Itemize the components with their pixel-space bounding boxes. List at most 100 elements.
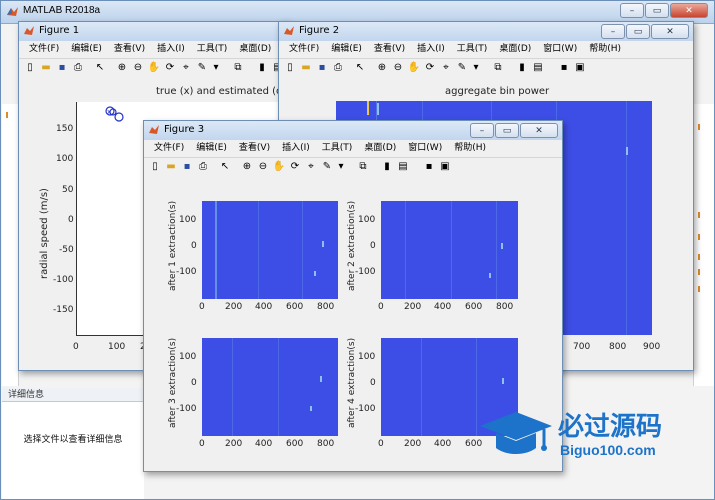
rotate-icon[interactable]: ⟳ <box>423 61 437 75</box>
link-icon[interactable]: ⧉ <box>231 61 245 75</box>
ytick: 50 <box>62 185 74 195</box>
maximize-button[interactable]: ▭ <box>495 123 519 138</box>
subplot2-heatmap[interactable] <box>381 201 518 299</box>
figure1-title: Figure 1 <box>39 25 80 36</box>
ytick: -100 <box>176 404 197 414</box>
menu-insert[interactable]: 插入(I) <box>276 140 316 157</box>
pan-icon[interactable]: ✋ <box>272 160 286 174</box>
xtick: 0 <box>378 439 384 449</box>
pointer-icon[interactable]: ↖ <box>93 61 107 75</box>
menu-file[interactable]: 文件(F) <box>283 41 325 58</box>
zoom-out-icon[interactable]: ⊖ <box>256 160 270 174</box>
menu-tools[interactable]: 工具(T) <box>451 41 494 58</box>
colorbar-icon[interactable]: ▮ <box>380 160 394 174</box>
hide-plot-tools-icon[interactable]: ▪ <box>557 61 571 75</box>
pointer-icon[interactable]: ↖ <box>353 61 367 75</box>
menu-view[interactable]: 查看(V) <box>108 41 151 58</box>
new-figure-icon[interactable]: ▯ <box>148 160 162 174</box>
print-icon[interactable]: ⎙ <box>71 61 85 75</box>
menu-window[interactable]: 窗口(W) <box>402 140 448 157</box>
brush-icon[interactable]: ✎ <box>320 160 334 174</box>
pointer-icon[interactable]: ↖ <box>218 160 232 174</box>
brush-icon[interactable]: ✎ <box>195 61 209 75</box>
menu-file[interactable]: 文件(F) <box>148 140 190 157</box>
subplot3-heatmap[interactable] <box>202 338 338 436</box>
menu-edit[interactable]: 编辑(E) <box>325 41 368 58</box>
hide-plot-tools-icon[interactable]: ▪ <box>422 160 436 174</box>
close-button[interactable]: ✕ <box>651 24 689 39</box>
menu-view[interactable]: 查看(V) <box>233 140 276 157</box>
xtick: 600 <box>286 302 304 312</box>
figure2-title-bar[interactable]: Figure 2 – ▭ ✕ <box>279 22 693 42</box>
menu-window[interactable]: 窗口(W) <box>537 41 583 58</box>
new-figure-icon[interactable]: ▯ <box>23 61 37 75</box>
menu-help[interactable]: 帮助(H) <box>583 41 627 58</box>
marker-tick <box>698 124 700 130</box>
show-plot-tools-icon[interactable]: ▣ <box>438 160 452 174</box>
marker-tick <box>698 254 700 260</box>
figure3-title-bar[interactable]: Figure 3 – ▭ ✕ <box>144 121 562 141</box>
brush-icon[interactable]: ✎ <box>455 61 469 75</box>
print-icon[interactable]: ⎙ <box>196 160 210 174</box>
minimize-button[interactable]: – <box>601 24 625 39</box>
minimize-button[interactable]: – <box>470 123 494 138</box>
show-plot-tools-icon[interactable]: ▣ <box>573 61 587 75</box>
link-icon[interactable]: ⧉ <box>491 61 505 75</box>
data-cursor-icon[interactable]: ⌖ <box>179 61 193 75</box>
menu-desktop[interactable]: 桌面(D) <box>233 41 277 58</box>
maximize-button[interactable]: ▭ <box>626 24 650 39</box>
pan-icon[interactable]: ✋ <box>147 61 161 75</box>
menu-view[interactable]: 查看(V) <box>368 41 411 58</box>
brush-dropdown-icon[interactable]: ▾ <box>209 61 223 75</box>
zoom-in-icon[interactable]: ⊕ <box>375 61 389 75</box>
watermark: 必过源码 Biguo100.com <box>478 404 708 464</box>
zoom-out-icon[interactable]: ⊖ <box>131 61 145 75</box>
zoom-in-icon[interactable]: ⊕ <box>115 61 129 75</box>
figure1-title-bar[interactable]: Figure 1 <box>19 22 289 42</box>
maximize-button[interactable]: ▭ <box>645 3 669 18</box>
xtick: 700 <box>573 342 591 352</box>
xtick: 200 <box>225 302 243 312</box>
close-button[interactable]: ✕ <box>520 123 558 138</box>
pan-icon[interactable]: ✋ <box>407 61 421 75</box>
rotate-icon[interactable]: ⟳ <box>288 160 302 174</box>
zoom-out-icon[interactable]: ⊖ <box>391 61 405 75</box>
open-icon[interactable]: ▬ <box>299 61 313 75</box>
menu-tools[interactable]: 工具(T) <box>191 41 234 58</box>
menu-edit[interactable]: 编辑(E) <box>65 41 108 58</box>
colorbar-icon[interactable]: ▮ <box>515 61 529 75</box>
figure1-toolbar: ▯ ▬ ▪ ⎙ ↖ ⊕ ⊖ ✋ ⟳ ⌖ ✎ ▾ ⧉ ▮ ▤ <box>19 58 289 80</box>
menu-tools[interactable]: 工具(T) <box>316 140 359 157</box>
subplot1-heatmap[interactable] <box>202 201 338 299</box>
menu-edit[interactable]: 编辑(E) <box>190 140 233 157</box>
legend-icon[interactable]: ▤ <box>396 160 410 174</box>
menu-desktop[interactable]: 桌面(D) <box>493 41 537 58</box>
brush-dropdown-icon[interactable]: ▾ <box>469 61 483 75</box>
link-icon[interactable]: ⧉ <box>356 160 370 174</box>
xtick: 0 <box>199 302 205 312</box>
save-icon[interactable]: ▪ <box>55 61 69 75</box>
menu-insert[interactable]: 插入(I) <box>411 41 451 58</box>
zoom-in-icon[interactable]: ⊕ <box>240 160 254 174</box>
xtick: 400 <box>255 302 273 312</box>
colorbar-icon[interactable]: ▮ <box>255 61 269 75</box>
details-hint: 选择文件以查看详细信息 <box>23 435 123 445</box>
menu-help[interactable]: 帮助(H) <box>448 140 492 157</box>
menu-insert[interactable]: 插入(I) <box>151 41 191 58</box>
print-icon[interactable]: ⎙ <box>331 61 345 75</box>
marker-tick <box>698 212 700 218</box>
brush-dropdown-icon[interactable]: ▾ <box>334 160 348 174</box>
menu-desktop[interactable]: 桌面(D) <box>358 140 402 157</box>
data-cursor-icon[interactable]: ⌖ <box>304 160 318 174</box>
legend-icon[interactable]: ▤ <box>531 61 545 75</box>
data-cursor-icon[interactable]: ⌖ <box>439 61 453 75</box>
menu-file[interactable]: 文件(F) <box>23 41 65 58</box>
save-icon[interactable]: ▪ <box>315 61 329 75</box>
minimize-button[interactable]: – <box>620 3 644 18</box>
open-icon[interactable]: ▬ <box>39 61 53 75</box>
new-figure-icon[interactable]: ▯ <box>283 61 297 75</box>
rotate-icon[interactable]: ⟳ <box>163 61 177 75</box>
save-icon[interactable]: ▪ <box>180 160 194 174</box>
close-button[interactable]: ✕ <box>670 3 708 18</box>
open-icon[interactable]: ▬ <box>164 160 178 174</box>
